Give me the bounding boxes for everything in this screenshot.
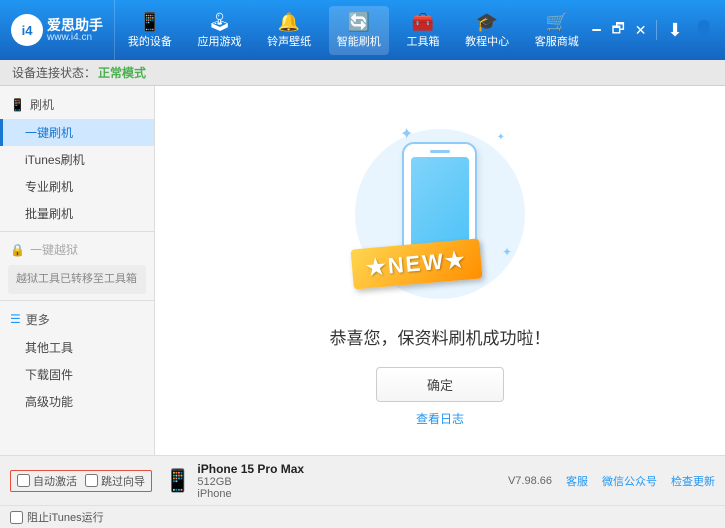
version-label: V7.98.66 <box>508 475 552 487</box>
device-phone-icon: 📱 <box>164 468 191 494</box>
nav-ringtone-label: 铃声壁纸 <box>267 33 311 49</box>
sidebar-section-jailbreak: 🔒 一键越狱 越狱工具已转移至工具箱 <box>0 232 154 300</box>
device-info: 📱 iPhone 15 Pro Max 512GB iPhone <box>164 462 304 500</box>
sidebar-section-flash-header: 📱 刷机 <box>0 90 154 119</box>
itunes-checkbox[interactable] <box>10 511 23 524</box>
auto-activate-label: 自动激活 <box>33 473 77 489</box>
nav-tutorial[interactable]: 🎓 教程中心 <box>457 6 517 55</box>
device-details: iPhone 15 Pro Max 512GB iPhone <box>197 462 304 500</box>
nav-tutorial-label: 教程中心 <box>465 33 509 49</box>
sidebar-more-header: ☰ 更多 <box>0 305 154 334</box>
sidebar-item-other[interactable]: 其他工具 <box>0 334 154 361</box>
sidebar-item-itunes[interactable]: iTunes刷机 <box>0 146 154 173</box>
main-content: ✦ ✦ ✦ ★NEW★ 恭喜您，保资料刷机成功啦！ 确定 查看日志 <box>155 86 725 455</box>
itunes-row: 阻止iTunes运行 <box>0 506 725 528</box>
sidebar-warning-box: 越狱工具已转移至工具箱 <box>8 265 146 294</box>
star-icon-2: ✦ <box>497 132 505 143</box>
confirm-button[interactable]: 确定 <box>376 367 504 402</box>
nav-apps-label: 应用游戏 <box>197 33 241 49</box>
phone-illustration: ✦ ✦ ✦ ★NEW★ <box>340 114 540 314</box>
sidebar-item-advanced[interactable]: 高级功能 <box>0 388 154 415</box>
logo: i4 爱思助手 www.i4.cn <box>0 0 115 60</box>
nav-toolbox-label: 工具箱 <box>406 33 439 49</box>
nav-toolbox[interactable]: 🧰 工具箱 <box>398 6 447 55</box>
device-row: 自动激活 跳过向导 📱 iPhone 15 Pro Max 512GB iPho… <box>0 456 725 506</box>
sub-header-status: 正常模式 <box>98 64 146 81</box>
phone-screen <box>411 157 469 247</box>
sidebar-item-batch[interactable]: 批量刷机 <box>0 200 154 227</box>
sidebar-item-onekey[interactable]: 一键刷机 <box>0 119 154 146</box>
maximize-icon[interactable]: 🗗 <box>612 18 625 42</box>
check-update-link[interactable]: 检查更新 <box>671 473 715 489</box>
nav-my-device-label: 我的设备 <box>128 33 172 49</box>
wechat-link[interactable]: 微信公众号 <box>602 473 657 489</box>
lock-icon: 🔒 <box>10 243 25 257</box>
minimize-icon[interactable]: 🗕 <box>592 18 602 42</box>
nav-smart-flash[interactable]: 🔄 智能刷机 <box>329 6 389 55</box>
sub-header-prefix: 设备连接状态： <box>12 64 96 81</box>
user-icon[interactable]: 👤 <box>693 20 715 41</box>
success-text: 恭喜您，保资料刷机成功啦！ <box>330 324 551 349</box>
nav-my-device[interactable]: 📱 我的设备 <box>120 6 180 55</box>
nav-bar: 📱 我的设备 🕹 应用游戏 🔔 铃声壁纸 🔄 智能刷机 🧰 工具箱 🎓 教程中心… <box>115 0 592 60</box>
sidebar-item-pro[interactable]: 专业刷机 <box>0 173 154 200</box>
auto-activate-group: 自动激活 跳过向导 <box>10 470 152 492</box>
app-header: i4 爱思助手 www.i4.cn 📱 我的设备 🕹 应用游戏 🔔 铃声壁纸 🔄… <box>0 0 725 60</box>
star-icon-3: ✦ <box>502 245 512 259</box>
flash-icon: 📱 <box>10 98 25 112</box>
nav-store[interactable]: 🛒 客服商城 <box>527 6 587 55</box>
feedback-link[interactable]: 客服 <box>566 473 588 489</box>
device-name: iPhone 15 Pro Max <box>197 462 304 476</box>
sidebar-item-firmware[interactable]: 下载固件 <box>0 361 154 388</box>
phone-speaker <box>430 150 450 153</box>
nav-smart-flash-label: 智能刷机 <box>337 33 381 49</box>
nav-store-label: 客服商城 <box>535 33 579 49</box>
skip-guide-input[interactable] <box>85 474 98 487</box>
sidebar-jailbreak-header: 🔒 一键越狱 <box>0 236 154 263</box>
logo-title: 爱思助手 <box>47 18 103 32</box>
view-log-link[interactable]: 查看日志 <box>416 410 464 427</box>
close-icon[interactable]: ✕ <box>635 22 647 39</box>
skip-guide-checkbox: 跳过向导 <box>85 473 145 489</box>
sidebar: 📱 刷机 一键刷机 iTunes刷机 专业刷机 批量刷机 🔒 一键越狱 <box>0 86 155 455</box>
header-actions: 🗕 🗗 ✕ ⬇ 👤 <box>592 18 725 42</box>
download-icon[interactable]: ⬇ <box>667 20 682 41</box>
device-storage: 512GB <box>197 476 304 488</box>
main-layout: 📱 刷机 一键刷机 iTunes刷机 专业刷机 批量刷机 🔒 一键越狱 <box>0 86 725 455</box>
more-icon: ☰ <box>10 312 21 326</box>
bottom-area: 自动激活 跳过向导 📱 iPhone 15 Pro Max 512GB iPho… <box>0 455 725 527</box>
auto-activate-input[interactable] <box>17 474 30 487</box>
new-badge-text: ★NEW★ <box>365 247 468 281</box>
logo-url: www.i4.cn <box>47 32 103 43</box>
nav-ringtone[interactable]: 🔔 铃声壁纸 <box>259 6 319 55</box>
logo-icon: i4 <box>11 14 43 46</box>
sub-header: 设备连接状态： 正常模式 <box>0 60 725 86</box>
itunes-label: 阻止iTunes运行 <box>27 509 104 525</box>
auto-activate-checkbox: 自动激活 <box>17 473 77 489</box>
device-type: iPhone <box>197 488 304 500</box>
skip-guide-label: 跳过向导 <box>101 473 145 489</box>
star-icon-1: ✦ <box>400 124 413 144</box>
footer-right: V7.98.66 客服 微信公众号 检查更新 <box>508 473 715 489</box>
sidebar-section-more: ☰ 更多 其他工具 下载固件 高级功能 <box>0 301 154 419</box>
sidebar-section-flash: 📱 刷机 一键刷机 iTunes刷机 专业刷机 批量刷机 <box>0 86 154 231</box>
nav-apps[interactable]: 🕹 应用游戏 <box>189 6 249 55</box>
